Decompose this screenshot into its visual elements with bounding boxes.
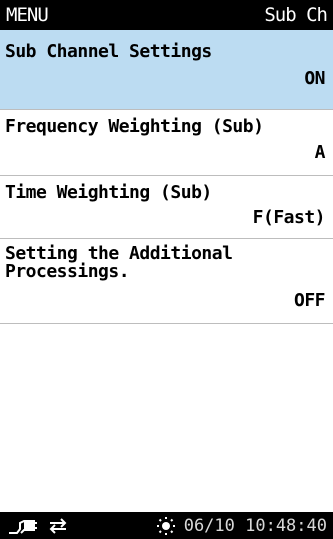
status-icons bbox=[8, 517, 68, 534]
menu-title: MENU bbox=[6, 4, 49, 26]
menu-item-value: ON bbox=[304, 68, 325, 89]
menu-list: Sub Channel Settings ON Frequency Weight… bbox=[0, 30, 333, 324]
menu-item-label: Time Weighting (Sub) bbox=[5, 182, 212, 203]
menu-item-time-weighting[interactable]: Time Weighting (Sub) F(Fast) bbox=[0, 176, 333, 239]
plug-icon bbox=[8, 518, 38, 534]
transfer-arrows-icon bbox=[48, 517, 68, 534]
menu-item-frequency-weighting[interactable]: Frequency Weighting (Sub) A bbox=[0, 110, 333, 176]
section-title: Sub Ch bbox=[264, 4, 328, 26]
menu-item-label: Sub Channel Settings bbox=[5, 41, 212, 62]
menu-item-label: Frequency Weighting (Sub) bbox=[5, 116, 264, 137]
status-bar: 06/10 10:48:40 bbox=[0, 512, 333, 539]
status-right: 06/10 10:48:40 bbox=[156, 516, 327, 536]
menu-item-value: F(Fast) bbox=[252, 207, 326, 228]
sun-icon bbox=[156, 516, 176, 535]
menu-item-sub-channel-settings[interactable]: Sub Channel Settings ON bbox=[0, 30, 333, 110]
header-bar: MENU Sub Ch bbox=[0, 0, 333, 30]
menu-item-value: OFF bbox=[293, 290, 326, 311]
datetime-readout: 06/10 10:48:40 bbox=[183, 515, 327, 536]
menu-item-label: Setting the Additional Processings. bbox=[5, 243, 233, 282]
menu-item-additional-processings[interactable]: Setting the Additional Processings. OFF bbox=[0, 239, 333, 324]
menu-item-value: A bbox=[314, 142, 326, 163]
